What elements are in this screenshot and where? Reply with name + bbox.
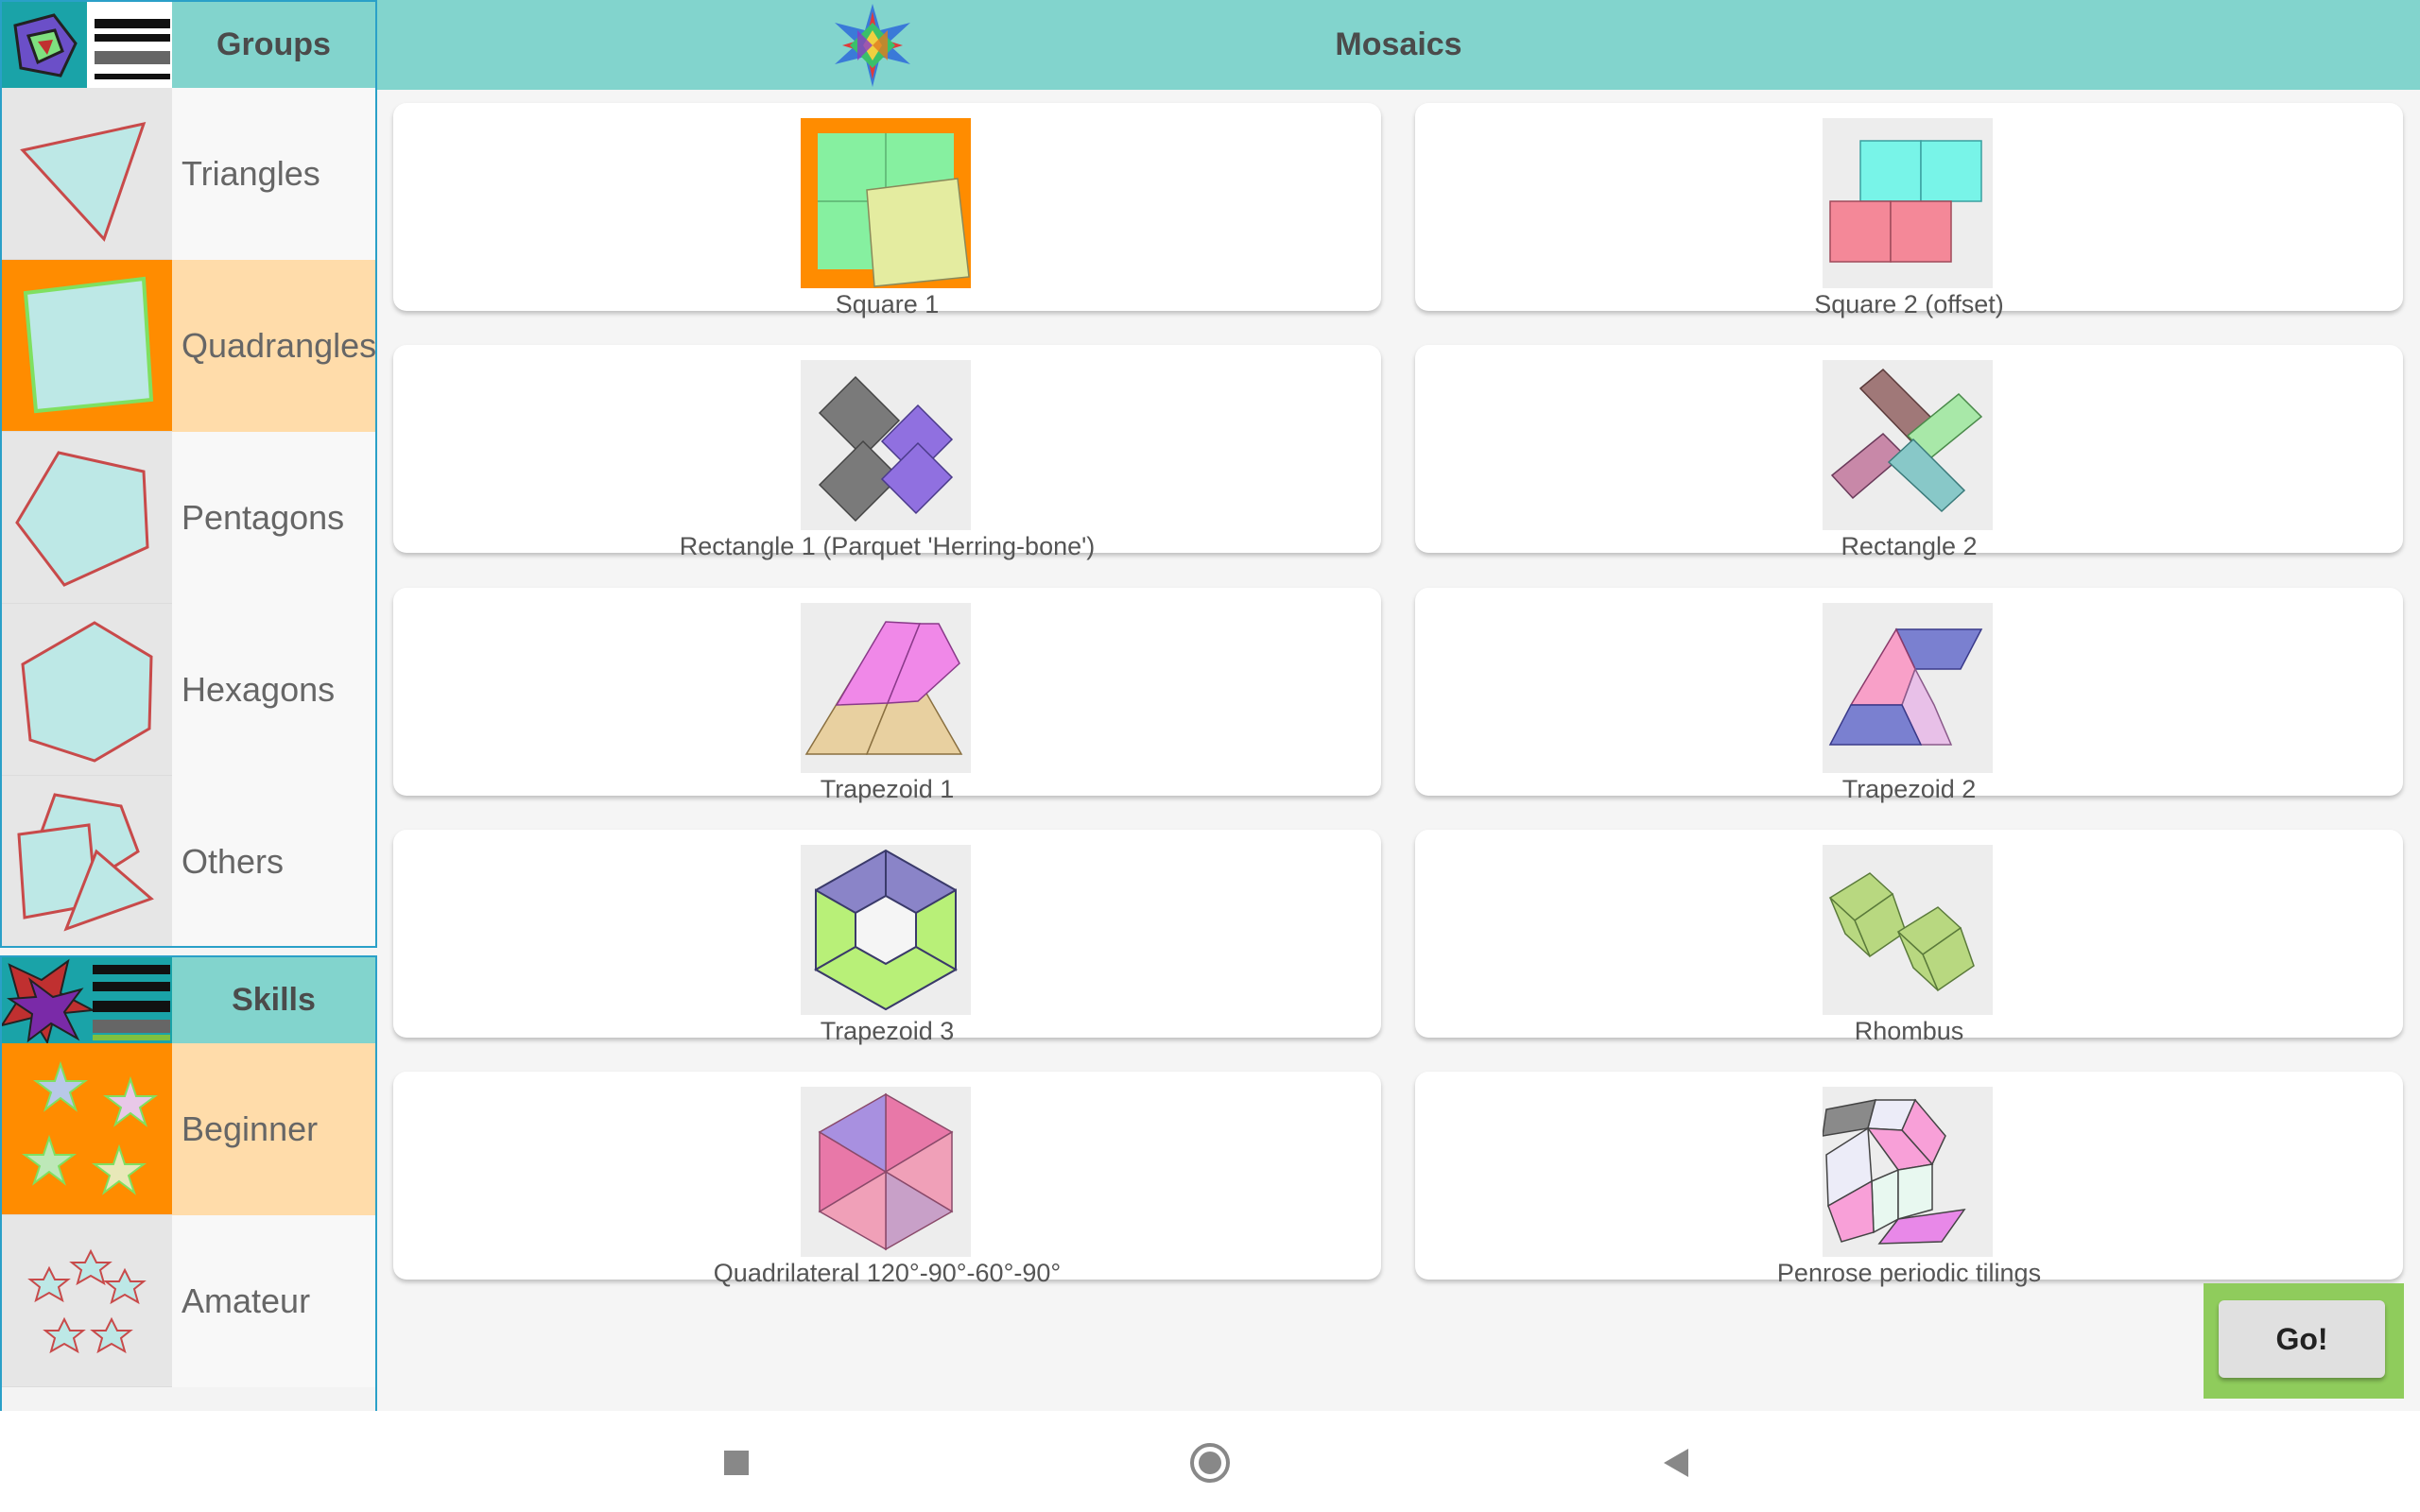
group-item-label: Pentagons — [172, 432, 375, 604]
mosaic-label: Trapezoid 1 — [820, 775, 955, 803]
hexagon-shape-icon — [2, 604, 172, 776]
mosaic-card-rhombus[interactable]: Rhombus — [1415, 830, 2403, 1045]
trapezoid-2-thumbnail — [1823, 603, 1993, 773]
mosaic-label: Trapezoid 3 — [820, 1017, 955, 1045]
page-title: Mosaics — [1335, 26, 1462, 62]
pentagon-shape-icon — [2, 432, 172, 604]
group-item-pentagons[interactable]: Pentagons — [2, 432, 375, 604]
groups-header: Groups — [2, 2, 375, 88]
home-circle-icon[interactable] — [1177, 1430, 1243, 1496]
skill-item-label: Amateur — [172, 1215, 375, 1387]
mosaic-card-penrose[interactable]: Penrose periodic tilings — [1415, 1072, 2403, 1287]
group-item-hexagons[interactable]: Hexagons — [2, 604, 375, 776]
mosaic-card-square-2-offset[interactable]: Square 2 (offset) — [1415, 103, 2403, 318]
top-app-bar: Mosaics — [377, 0, 2420, 90]
quadrilateral-thumbnail — [801, 1087, 971, 1257]
mosaic-label: Rectangle 2 — [1841, 532, 1978, 560]
mosaic-label: Trapezoid 2 — [1841, 775, 1977, 803]
beginner-stars-icon — [2, 1043, 172, 1215]
groups-title: Groups — [216, 26, 331, 62]
rectangle-1-thumbnail — [801, 360, 971, 530]
group-item-label: Quadrangles — [172, 260, 375, 432]
mosaic-label: Rhombus — [1854, 1017, 1964, 1045]
group-item-triangles[interactable]: Triangles — [2, 88, 375, 260]
mosaic-card-trapezoid-2[interactable]: Trapezoid 2 — [1415, 588, 2403, 803]
quadrangle-shape-icon — [2, 260, 172, 432]
triangle-shape-icon — [2, 88, 172, 260]
mosaic-label: Square 1 — [835, 290, 940, 318]
square-2-thumbnail — [1823, 118, 1993, 288]
back-triangle-icon[interactable] — [1645, 1430, 1711, 1496]
skills-header: Skills — [2, 957, 375, 1045]
rhombus-thumbnail — [1823, 845, 1993, 1015]
penrose-thumbnail — [1823, 1087, 1993, 1257]
groups-panel: Groups Triangles Quadrangles Pentagons H… — [0, 0, 377, 948]
skill-item-label: Beginner — [172, 1043, 375, 1215]
go-button[interactable]: Go! — [2219, 1300, 2385, 1378]
mosaic-card-square-1[interactable]: Square 1 — [393, 103, 1381, 318]
mixed-shapes-icon — [2, 776, 172, 946]
group-item-label: Triangles — [172, 88, 375, 260]
mosaic-card-rectangle-2[interactable]: Rectangle 2 — [1415, 345, 2403, 560]
group-item-others[interactable]: Others — [2, 776, 375, 946]
skill-item-beginner[interactable]: Beginner — [2, 1043, 375, 1215]
mosaic-card-quadrilateral[interactable]: Quadrilateral 120°-90°-60°-90° — [393, 1072, 1381, 1287]
recents-square-icon[interactable] — [703, 1430, 769, 1496]
trapezoid-1-thumbnail — [801, 603, 971, 773]
skills-panel: Skills Beginner Amateur — [0, 955, 377, 1411]
go-button-area: Go! — [2204, 1283, 2404, 1399]
amateur-stars-icon — [2, 1215, 172, 1387]
mosaic-label: Rectangle 1 (Parquet 'Herring-bone') — [679, 532, 1096, 560]
mosaic-card-trapezoid-3[interactable]: Trapezoid 3 — [393, 830, 1381, 1045]
skill-item-amateur[interactable]: Amateur — [2, 1215, 375, 1387]
mosaic-label: Quadrilateral 120°-90°-60°-90° — [713, 1259, 1062, 1287]
mosaic-card-trapezoid-1[interactable]: Trapezoid 1 — [393, 588, 1381, 803]
rectangle-2-thumbnail — [1823, 360, 1993, 530]
system-nav-bar — [0, 1411, 2420, 1512]
trapezoid-3-thumbnail — [801, 845, 971, 1015]
group-item-quadrangles[interactable]: Quadrangles — [2, 260, 375, 432]
groups-icon — [2, 2, 172, 88]
group-item-label: Hexagons — [172, 604, 375, 776]
mosaic-card-rectangle-1[interactable]: Rectangle 1 (Parquet 'Herring-bone') — [393, 345, 1381, 560]
mosaic-label: Square 2 (offset) — [1814, 290, 2004, 318]
skills-title: Skills — [232, 982, 316, 1018]
skills-icon — [2, 957, 172, 1045]
square-1-thumbnail — [801, 118, 971, 288]
group-item-label: Others — [172, 776, 375, 946]
mosaics-grid: Square 1 Square 2 (offset) Rectangle 1 (… — [377, 90, 2420, 1411]
sidebar: Groups Triangles Quadrangles Pentagons H… — [0, 0, 377, 1411]
